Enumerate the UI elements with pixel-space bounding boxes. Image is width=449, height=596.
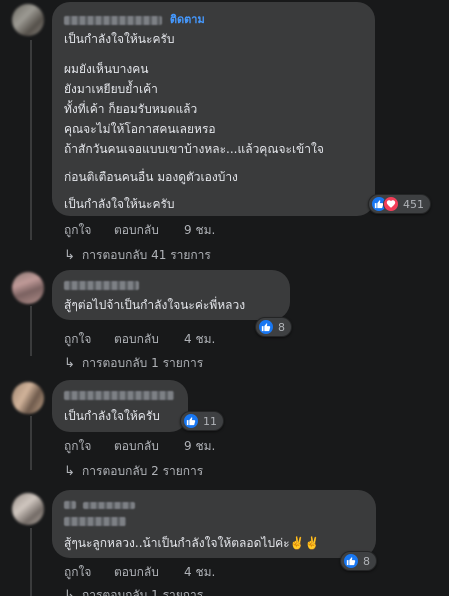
view-replies-link[interactable]: ↳ การตอบกลับ 2 รายการ	[64, 462, 203, 481]
comment-text-line: เป็นกำลังใจให้นะครับ	[64, 32, 175, 46]
redacted-name	[64, 15, 162, 25]
like-button[interactable]: ถูกใจ	[64, 330, 91, 349]
view-replies-link[interactable]: ↳ การตอบกลับ 41 รายการ	[64, 246, 211, 265]
comment-text-line: ยังมาเหยียบย้ำเค้า	[64, 82, 158, 96]
avatar[interactable]	[12, 272, 44, 304]
comment-text-line: เป็นกำลังใจให้นะครับ	[64, 197, 175, 211]
redacted-name	[82, 501, 135, 509]
reply-button[interactable]: ตอบกลับ	[114, 563, 159, 582]
like-icon	[343, 553, 359, 569]
reply-button[interactable]: ตอบกลับ	[114, 221, 159, 240]
comment-text-line: ทั้งที่เค้า ก็ยอมรับหมดแล้ว	[64, 102, 198, 116]
view-replies-link[interactable]: ↳ การตอบกลับ 1 รายการ	[64, 354, 203, 373]
redacted-name	[64, 280, 139, 290]
reaction-summary[interactable]: 8	[255, 317, 292, 337]
reply-arrow-icon: ↳	[64, 356, 75, 371]
redacted-name	[64, 501, 76, 509]
view-replies-label: การตอบกลับ 1 รายการ	[82, 588, 204, 596]
comment-text-line: คุณจะไม่ให้โอกาสคนเลยหรอ	[64, 122, 216, 136]
reaction-summary[interactable]: 451	[368, 194, 431, 214]
like-button[interactable]: ถูกใจ	[64, 563, 91, 582]
comment-bubble: ติดตาม เป็นกำลังใจให้นะครับ ผมยังเห็นบาง…	[52, 2, 375, 216]
comment-text-line: ถ้าสักวันคนเจอแบบเขาบ้างหละ...แล้วคุณจะเ…	[64, 142, 324, 156]
commenter-name[interactable]	[64, 498, 135, 511]
reply-arrow-icon: ↳	[64, 248, 75, 263]
view-replies-link[interactable]: ↳ การตอบกลับ 1 รายการ	[64, 586, 203, 596]
reaction-count: 8	[278, 320, 285, 334]
comment-text-line: เป็นกำลังใจให้ครับ	[64, 409, 160, 423]
thread-line	[30, 306, 32, 356]
comment-bubble: สู้ๆต่อไปจ้าเป็นกำลังใจนะค่ะพี่หลวง	[52, 270, 290, 320]
timestamp[interactable]: 9 ชม.	[184, 437, 215, 456]
view-replies-label: การตอบกลับ 41 รายการ	[82, 248, 211, 262]
commenter-name[interactable]	[64, 388, 174, 401]
like-button[interactable]: ถูกใจ	[64, 437, 91, 456]
timestamp[interactable]: 4 ชม.	[184, 330, 215, 349]
avatar[interactable]	[12, 493, 44, 525]
reply-arrow-icon: ↳	[64, 464, 75, 479]
reaction-summary[interactable]: 8	[340, 551, 377, 571]
thread-line	[30, 416, 32, 470]
reaction-count: 11	[203, 414, 217, 428]
timestamp[interactable]: 9 ชม.	[184, 221, 215, 240]
view-replies-label: การตอบกลับ 1 รายการ	[82, 356, 204, 370]
comment-text-line: ก่อนติเตือนคนอื่น มองดูตัวเองบ้าง	[64, 170, 238, 184]
avatar[interactable]	[12, 382, 44, 414]
comment-text-line: ผมยังเห็นบางคน	[64, 62, 149, 76]
reaction-count: 8	[363, 554, 370, 568]
like-button[interactable]: ถูกใจ	[64, 221, 91, 240]
like-icon	[258, 319, 274, 335]
commenter-name[interactable]	[64, 514, 126, 529]
thread-line	[30, 40, 32, 240]
commenter-name[interactable]: ติดตาม	[64, 10, 205, 28]
redacted-name	[64, 517, 126, 526]
reply-arrow-icon: ↳	[64, 588, 75, 596]
reply-button[interactable]: ตอบกลับ	[114, 437, 159, 456]
redacted-name	[64, 390, 174, 400]
follow-button[interactable]: ติดตาม	[170, 13, 205, 26]
view-replies-label: การตอบกลับ 2 รายการ	[82, 464, 204, 478]
comment-text-line: สู้ๆนะลูกหลวง..น้าเป็นกำลังใจให้ตลอดไปค่…	[64, 536, 320, 550]
thread-line	[30, 528, 32, 596]
comment-bubble: เป็นกำลังใจให้ครับ	[52, 380, 188, 432]
like-icon	[183, 413, 199, 429]
reply-button[interactable]: ตอบกลับ	[114, 330, 159, 349]
avatar[interactable]	[12, 4, 44, 36]
commenter-name[interactable]	[64, 278, 139, 291]
comment-text-line: สู้ๆต่อไปจ้าเป็นกำลังใจนะค่ะพี่หลวง	[64, 298, 246, 312]
reaction-count: 451	[403, 197, 424, 211]
comment-bubble: สู้ๆนะลูกหลวง..น้าเป็นกำลังใจให้ตลอดไปค่…	[52, 490, 376, 558]
reaction-summary[interactable]: 11	[180, 411, 224, 431]
love-icon	[383, 196, 399, 212]
timestamp[interactable]: 4 ชม.	[184, 563, 215, 582]
